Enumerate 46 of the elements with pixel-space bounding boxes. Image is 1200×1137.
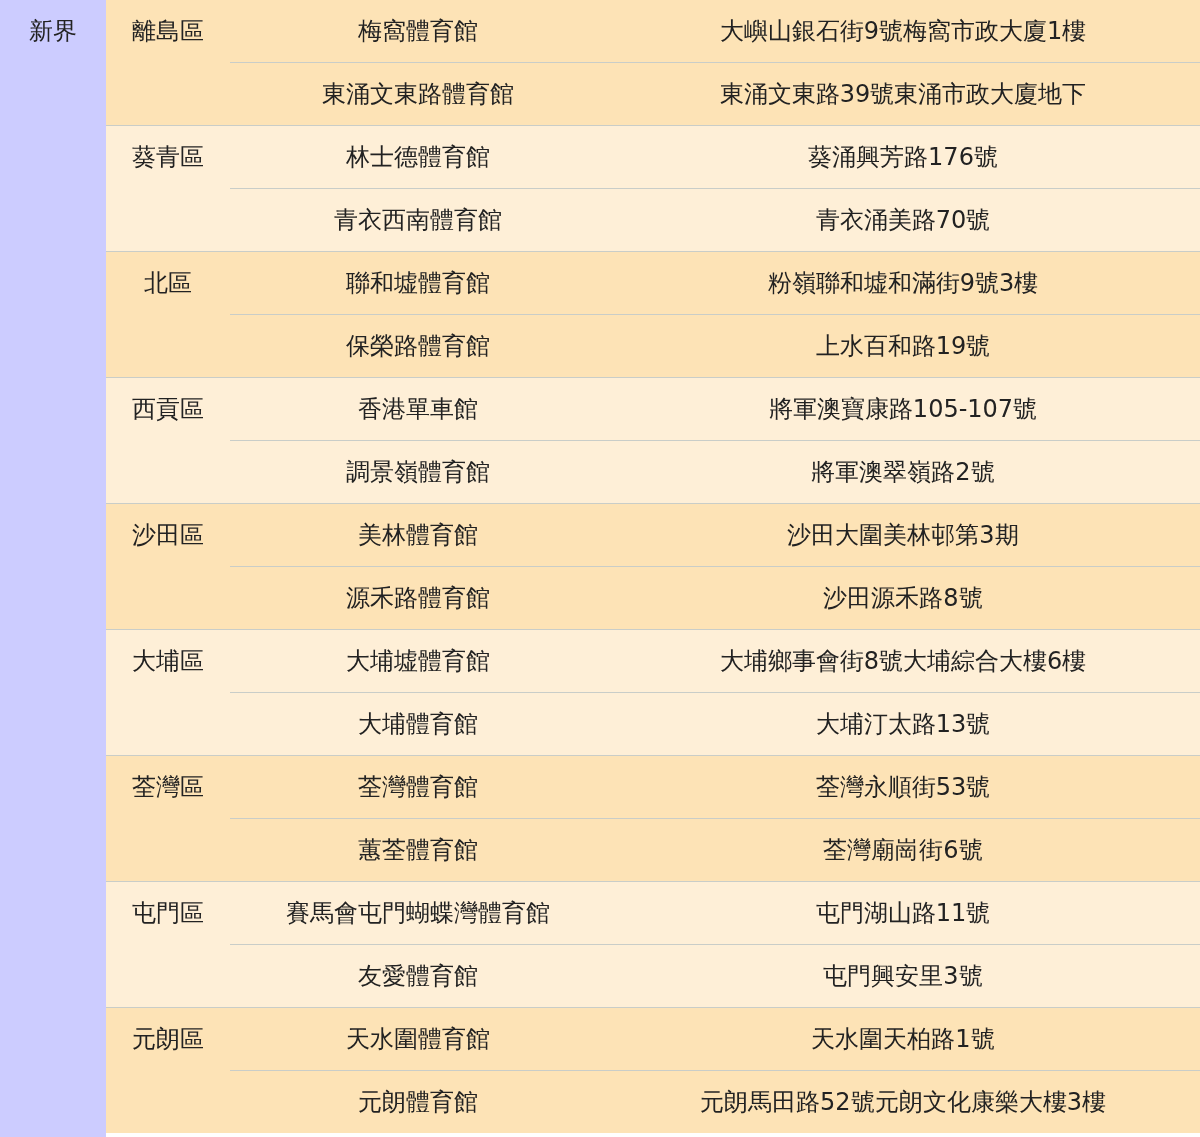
venue-address: 大嶼山銀石街9號梅窩市政大廈1樓 <box>718 16 1088 47</box>
venue-address: 將軍澳翠嶺路2號 <box>810 457 996 488</box>
venue-name: 元朗體育館 <box>357 1087 479 1118</box>
venue-address: 沙田源禾路8號 <box>822 583 984 614</box>
venue-address: 屯門湖山路11號 <box>814 898 992 929</box>
venue-name: 大埔墟體育館 <box>345 646 491 677</box>
district-name: 大埔區 <box>132 647 204 675</box>
venue-name: 天水圍體育館 <box>345 1024 491 1055</box>
venue-name: 賽馬會屯門蝴蝶灣體育館 <box>285 898 551 929</box>
venue-address: 東涌文東路39號東涌市政大廈地下 <box>718 79 1088 110</box>
district-name: 西貢區 <box>132 395 204 423</box>
venue-name: 梅窩體育館 <box>357 16 479 47</box>
venue-address: 大埔汀太路13號 <box>814 709 992 740</box>
district-name: 荃灣區 <box>132 773 204 801</box>
venue-name: 香港單車館 <box>357 394 479 425</box>
venue-address: 沙田大圍美林邨第3期 <box>786 520 1020 551</box>
venue-address: 荃灣廟崗街6號 <box>822 835 984 866</box>
venue-name: 源禾路體育館 <box>345 583 491 614</box>
venue-name: 大埔體育館 <box>357 709 479 740</box>
district-name: 元朗區 <box>132 1025 204 1053</box>
venue-address: 荃灣永順街53號 <box>814 772 992 803</box>
district-name: 屯門區 <box>132 899 204 927</box>
district-name: 葵青區 <box>132 143 204 171</box>
venue-name: 荃灣體育館 <box>357 772 479 803</box>
venue-name: 青衣西南體育館 <box>333 205 503 236</box>
venue-name: 林士德體育館 <box>345 142 491 173</box>
venue-name: 蕙荃體育館 <box>357 835 479 866</box>
venue-name: 保榮路體育館 <box>345 331 491 362</box>
venue-address: 大埔鄉事會街8號大埔綜合大樓6樓 <box>718 646 1088 677</box>
district-name: 沙田區 <box>132 521 204 549</box>
venue-name: 東涌文東路體育館 <box>321 79 515 110</box>
venue-address: 天水圍天柏路1號 <box>810 1024 996 1055</box>
venue-name: 友愛體育館 <box>357 961 479 992</box>
venue-address: 青衣涌美路70號 <box>814 205 992 236</box>
venue-address: 屯門興安里3號 <box>822 961 984 992</box>
venue-name: 聯和墟體育館 <box>345 268 491 299</box>
venue-name: 美林體育館 <box>357 520 479 551</box>
district-name: 北區 <box>144 269 192 297</box>
district-name: 離島區 <box>132 17 204 45</box>
venue-address: 元朗馬田路52號元朗文化康樂大樓3樓 <box>699 1087 1107 1118</box>
venue-address: 粉嶺聯和墟和滿街9號3樓 <box>766 268 1040 299</box>
venue-address: 葵涌興芳路176號 <box>807 142 999 173</box>
region-cell: 新界 <box>0 0 106 1137</box>
venue-address: 上水百和路19號 <box>814 331 992 362</box>
venue-name: 調景嶺體育館 <box>345 457 491 488</box>
venue-address: 將軍澳寶康路105-107號 <box>767 394 1039 425</box>
